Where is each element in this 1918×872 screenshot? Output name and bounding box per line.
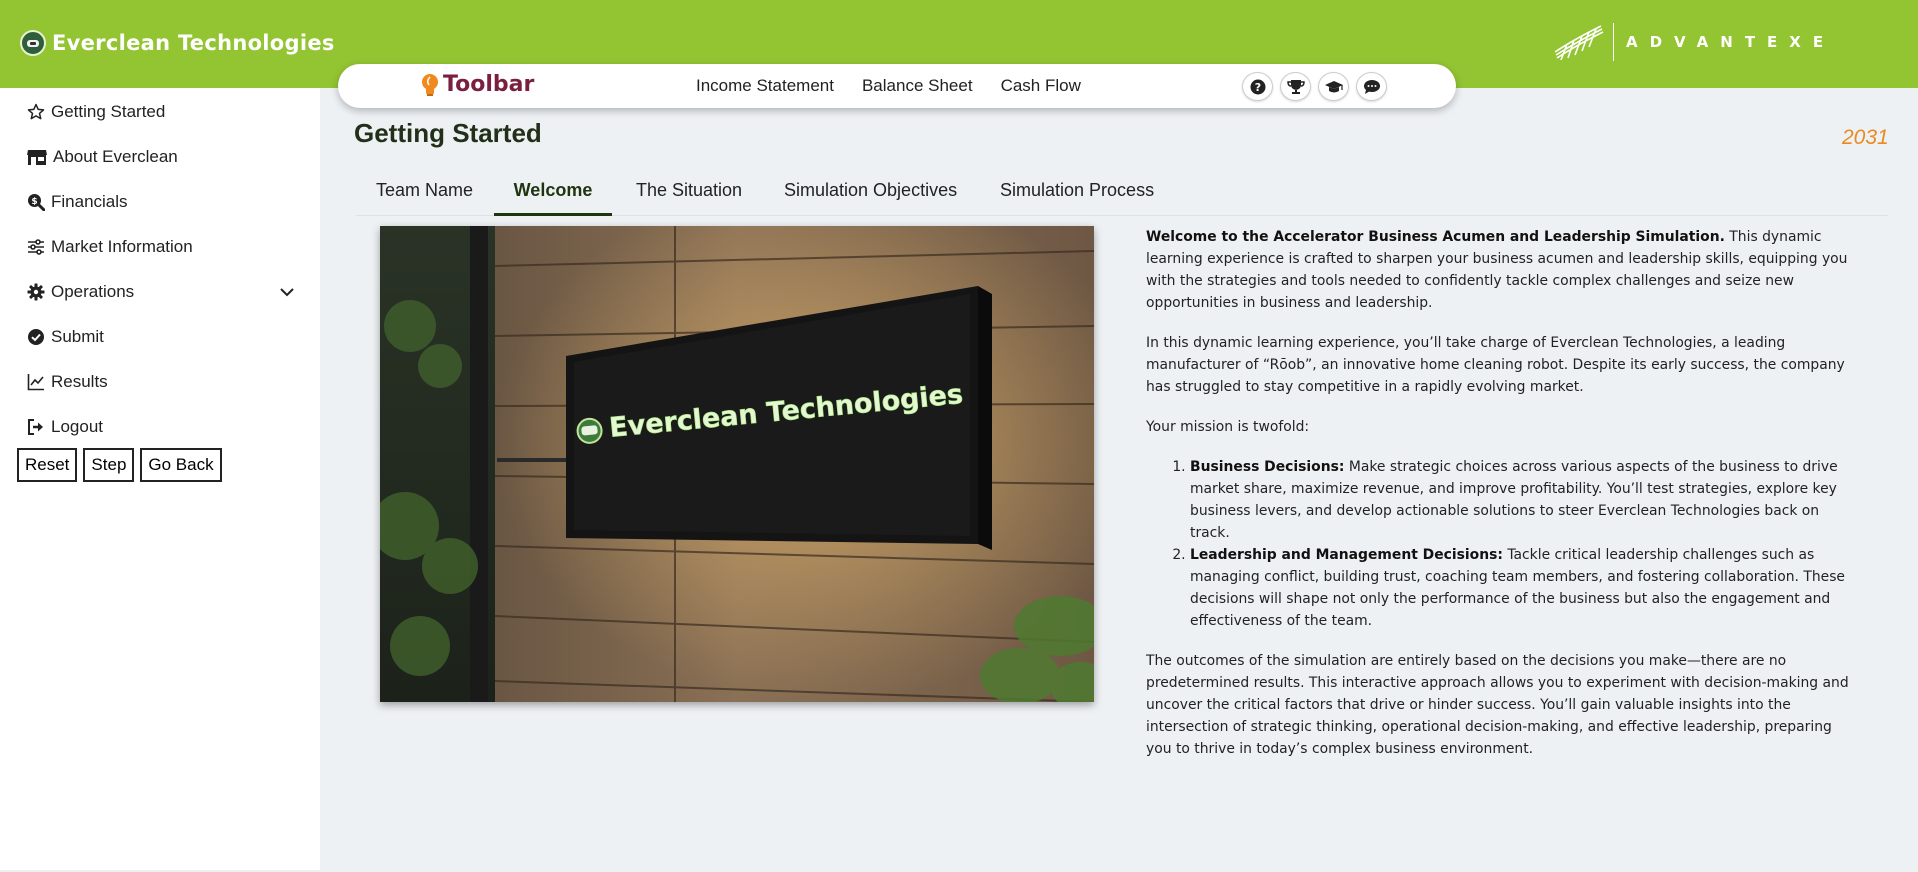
tab-team-name[interactable]: Team Name [376, 172, 473, 216]
control-buttons: Reset Step Go Back [17, 448, 228, 482]
svg-text:$: $ [31, 197, 37, 207]
check-circle-icon [26, 327, 46, 347]
sidebar-item-label: About Everclean [53, 147, 178, 166]
graduation-cap-icon [1324, 80, 1343, 92]
sidebar-item-getting-started[interactable]: Getting Started [26, 99, 296, 125]
sidebar-item-label: Market Information [51, 237, 193, 256]
office-sign-photo: Everclean Technologies [380, 226, 1094, 702]
reset-button[interactable]: Reset [17, 448, 78, 482]
sidebar: Getting Started About Everclean $ Financ… [0, 88, 320, 870]
list-item-title: Business Decisions: [1190, 459, 1345, 475]
sidebar-item-market-information[interactable]: Market Information [26, 234, 296, 260]
income-statement-link[interactable]: Income Statement [696, 76, 834, 96]
sidebar-item-label: Logout [51, 417, 103, 436]
mission-list: Business Decisions: Make strategic choic… [1190, 456, 1858, 632]
learning-button[interactable] [1318, 72, 1349, 101]
intro-bold: Welcome to the Accelerator Business Acum… [1146, 229, 1725, 245]
sidebar-item-label: Operations [51, 282, 135, 301]
balance-sheet-link[interactable]: Balance Sheet [862, 76, 973, 96]
sign-out-icon [26, 417, 46, 437]
logo-divider [1613, 23, 1614, 61]
tab-bar: Team Name Welcome The Situation Simulati… [356, 172, 1888, 216]
toolbar-icons: ? [1242, 72, 1394, 101]
sidebar-item-results[interactable]: Results [26, 369, 296, 395]
search-dollar-icon: $ [26, 192, 46, 212]
gear-icon [26, 282, 46, 302]
line-chart-icon [26, 372, 46, 392]
toolbar-label: Toolbar [443, 72, 535, 97]
sidebar-item-label: Getting Started [51, 102, 166, 121]
mission-paragraph: Your mission is twofold: [1146, 419, 1310, 435]
sidebar-item-logout[interactable]: Logout [26, 414, 296, 440]
star-icon [26, 102, 46, 122]
toolbar-title: Toolbar [420, 72, 534, 97]
tab-simulation-objectives[interactable]: Simulation Objectives [784, 172, 957, 216]
tab-the-situation[interactable]: The Situation [636, 172, 742, 216]
toolbar-links: Income Statement Balance Sheet Cash Flow [696, 76, 1109, 96]
sliders-icon [26, 237, 46, 257]
year-label: 2031 [1842, 126, 1889, 149]
advantexe-wordmark: ADVANTEXE [1626, 33, 1836, 51]
situation-paragraph: In this dynamic learning experience, you… [1146, 335, 1845, 395]
chat-button[interactable] [1356, 72, 1387, 101]
help-button[interactable]: ? [1242, 72, 1273, 101]
list-item: Business Decisions: Make strategic choic… [1190, 456, 1858, 544]
brand[interactable]: Everclean Technologies [20, 28, 335, 58]
tab-simulation-process[interactable]: Simulation Process [1000, 172, 1154, 216]
welcome-content: Welcome to the Accelerator Business Acum… [1146, 226, 1858, 778]
chevron-down-icon[interactable] [278, 283, 296, 301]
sidebar-item-label: Financials [51, 192, 128, 211]
svg-text:?: ? [1254, 81, 1260, 94]
sidebar-item-submit[interactable]: Submit [26, 324, 296, 350]
chat-icon [1363, 79, 1380, 94]
list-item: Leadership and Management Decisions: Tac… [1190, 544, 1858, 632]
hero-image: Everclean Technologies [380, 226, 1094, 702]
sidebar-item-about-everclean[interactable]: About Everclean [26, 144, 296, 170]
tab-welcome[interactable]: Welcome [494, 172, 612, 216]
list-item-title: Leadership and Management Decisions: [1190, 547, 1503, 563]
brand-name: Everclean Technologies [52, 31, 335, 55]
cash-flow-link[interactable]: Cash Flow [1001, 76, 1081, 96]
help-icon: ? [1250, 79, 1265, 94]
sidebar-item-label: Submit [51, 327, 104, 346]
advantexe-logo: ADVANTEXE [1553, 20, 1835, 64]
trophy-icon [1286, 79, 1305, 94]
go-back-button[interactable]: Go Back [140, 448, 222, 482]
trophy-button[interactable] [1280, 72, 1311, 101]
advantexe-mark-icon [1554, 25, 1604, 61]
step-button[interactable]: Step [83, 448, 135, 482]
toolbar: Toolbar Income Statement Balance Sheet C… [338, 64, 1456, 108]
intro-paragraph: Welcome to the Accelerator Business Acum… [1146, 226, 1858, 314]
sidebar-item-label: Results [51, 372, 108, 391]
sidebar-item-financials[interactable]: $ Financials [26, 189, 296, 215]
page-title: Getting Started [354, 118, 542, 148]
robot-logo-icon [20, 30, 46, 56]
store-icon [26, 147, 48, 167]
sidebar-item-operations[interactable]: Operations [26, 279, 296, 305]
lightbulb-icon [422, 73, 438, 96]
outcomes-paragraph: The outcomes of the simulation are entir… [1146, 653, 1849, 757]
